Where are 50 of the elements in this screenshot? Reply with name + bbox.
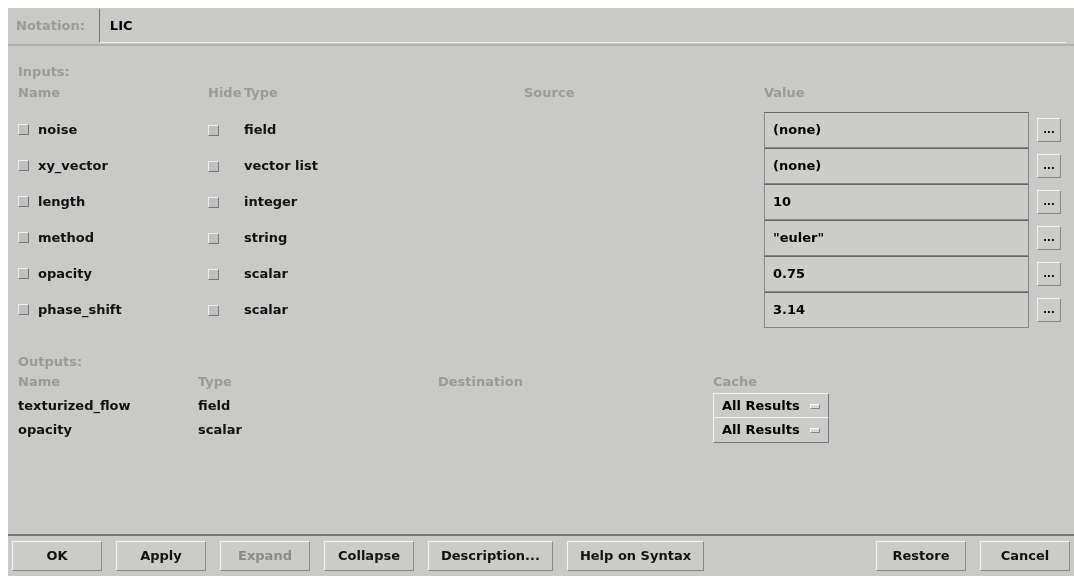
output-name: texturized_flow bbox=[18, 397, 132, 416]
checkbox[interactable] bbox=[18, 304, 29, 315]
browse-button[interactable]: ... bbox=[1037, 297, 1061, 322]
dialog-button[interactable]: Cancel bbox=[980, 541, 1070, 571]
browse-button[interactable]: ... bbox=[1037, 189, 1061, 214]
value-field[interactable]: (none) bbox=[764, 147, 1029, 184]
dialog-button[interactable]: Description... bbox=[428, 541, 553, 571]
checkbox[interactable] bbox=[18, 160, 29, 171]
dialog-button[interactable]: Apply bbox=[116, 541, 206, 571]
checkbox[interactable] bbox=[18, 124, 29, 135]
input-name: length bbox=[38, 192, 86, 211]
cache-dropdown[interactable]: All Results bbox=[713, 393, 829, 419]
output-type: field bbox=[198, 397, 232, 416]
input-name: phase_shift bbox=[38, 300, 122, 320]
dialog-button[interactable]: Collapse bbox=[324, 541, 414, 571]
notation-field[interactable]: LIC bbox=[98, 9, 1066, 43]
checkbox[interactable] bbox=[18, 196, 29, 207]
input-name: opacity bbox=[38, 264, 92, 283]
input-type: vector list bbox=[244, 156, 319, 175]
browse-button[interactable]: ... bbox=[1037, 153, 1061, 178]
input-type: field bbox=[244, 120, 278, 139]
browse-button[interactable]: ... bbox=[1037, 117, 1061, 142]
value-field[interactable]: (none) bbox=[764, 111, 1029, 148]
input-name: method bbox=[38, 228, 95, 247]
hide-checkbox[interactable] bbox=[208, 268, 219, 280]
browse-button[interactable]: ... bbox=[1037, 261, 1061, 286]
input-type: scalar bbox=[244, 300, 289, 319]
value-field[interactable]: "euler" bbox=[764, 219, 1029, 256]
input-name: xy_vector bbox=[38, 156, 108, 176]
checkbox[interactable] bbox=[18, 268, 29, 279]
value-field[interactable]: 3.14 bbox=[764, 291, 1029, 328]
hide-checkbox[interactable] bbox=[208, 196, 219, 208]
dialog-button[interactable]: Restore bbox=[876, 541, 966, 571]
dialog-button[interactable]: OK bbox=[12, 541, 102, 571]
hide-checkbox[interactable] bbox=[208, 232, 219, 244]
hide-checkbox[interactable] bbox=[208, 304, 219, 316]
hide-checkbox[interactable] bbox=[208, 124, 219, 136]
input-type: string bbox=[244, 228, 289, 247]
value-field[interactable]: 10 bbox=[764, 183, 1029, 220]
cache-dropdown[interactable]: All Results bbox=[713, 417, 829, 443]
input-type: scalar bbox=[244, 264, 289, 283]
hide-checkbox[interactable] bbox=[208, 160, 219, 172]
input-name: noise bbox=[38, 120, 78, 139]
checkbox[interactable] bbox=[18, 232, 29, 243]
output-type: scalar bbox=[198, 421, 243, 440]
output-name: opacity bbox=[18, 421, 73, 440]
browse-button[interactable]: ... bbox=[1037, 225, 1061, 250]
input-type: integer bbox=[244, 192, 299, 211]
dialog-button[interactable]: Help on Syntax bbox=[566, 541, 705, 571]
value-field[interactable]: 0.75 bbox=[764, 255, 1029, 292]
